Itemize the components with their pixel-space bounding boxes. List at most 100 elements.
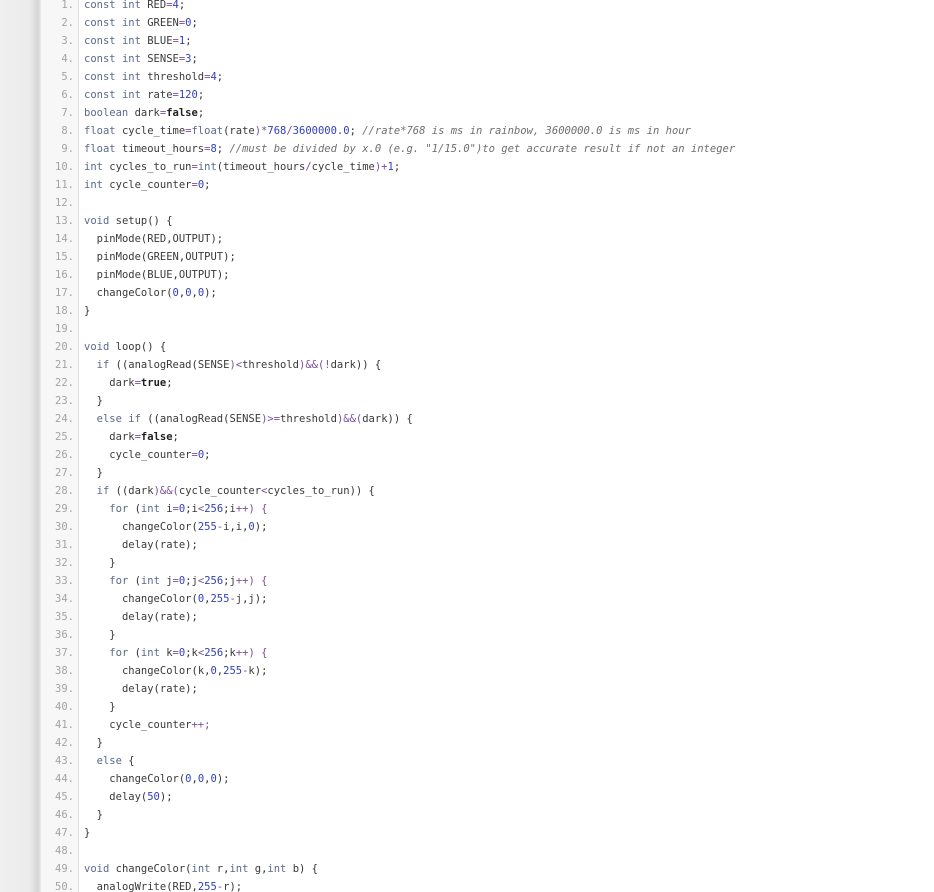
- code-text: const int SENSE=3;: [84, 53, 198, 65]
- line-number: 48.: [55, 845, 74, 857]
- line-number: 2.: [61, 17, 74, 29]
- code-line: 21. if ((analogRead(SENSE)<threshold)&&(…: [41, 356, 934, 374]
- code-line: 12.: [41, 194, 934, 212]
- code-line: 42. }: [41, 734, 934, 752]
- line-number: 34.: [55, 593, 74, 605]
- code-line: 50. analogWrite(RED,255-r);: [41, 878, 934, 892]
- code-line: 15. pinMode(GREEN,OUTPUT);: [41, 248, 934, 266]
- code-line: 8. float cycle_time=float(rate)*768/36000…: [41, 122, 934, 140]
- code-text: pinMode(RED,OUTPUT);: [96, 233, 224, 245]
- line-number: 47.: [55, 827, 74, 839]
- line-number: 45.: [55, 791, 74, 803]
- line-number: 42.: [55, 737, 74, 749]
- code-text: delay(rate);: [121, 611, 198, 623]
- code-line: 46. }: [41, 806, 934, 824]
- line-number: 14.: [55, 233, 74, 245]
- code-text: }: [84, 827, 91, 839]
- line-number: 44.: [55, 773, 74, 785]
- code-text: void setup() {: [84, 215, 173, 227]
- code-line: 20. void loop() {: [41, 338, 934, 356]
- code-text: changeColor(0,255-j,j);: [121, 593, 268, 605]
- line-number: 24.: [55, 413, 74, 425]
- code-text: }: [84, 701, 116, 713]
- code-text: for (int j=0;j<256;j++) {: [109, 575, 268, 587]
- code-line: 9. float timeout_hours=8; //must be divid…: [41, 140, 934, 158]
- left-margin-shadow: [0, 0, 41, 892]
- code-text: int cycle_counter=0;: [84, 179, 211, 191]
- line-number: 19.: [55, 323, 74, 335]
- code-text: }: [84, 305, 91, 317]
- code-text: if ((dark)&&(cycle_counter<cycles_to_run…: [96, 485, 375, 497]
- code-line: 33. for (int j=0;j<256;j++) {: [41, 572, 934, 590]
- line-number: 16.: [55, 269, 74, 281]
- code-text: for (int k=0;k<256;k++) {: [109, 647, 268, 659]
- code-text: dark=true;: [109, 377, 173, 389]
- line-number: 49.: [55, 863, 74, 875]
- code-text: const int GREEN=0;: [84, 17, 198, 29]
- code-text: pinMode(BLUE,OUTPUT);: [96, 269, 230, 281]
- code-text: delay(rate);: [121, 683, 198, 695]
- code-text: const int RED=4;: [84, 0, 186, 11]
- code-page: 1. const int RED=4; 2. const int GREEN=0; 3.…: [0, 0, 934, 892]
- line-number: 5.: [61, 71, 74, 83]
- code-text: }: [84, 395, 103, 407]
- line-number: 9.: [61, 143, 74, 155]
- line-number: 13.: [55, 215, 74, 227]
- code-line: 1. const int RED=4;: [41, 0, 934, 14]
- code-text: const int threshold=4;: [84, 71, 224, 83]
- code-line: 11. int cycle_counter=0;: [41, 176, 934, 194]
- code-line: 28. if ((dark)&&(cycle_counter<cycles_to…: [41, 482, 934, 500]
- line-number: 21.: [55, 359, 74, 371]
- code-line: 43. else {: [41, 752, 934, 770]
- code-text: else {: [96, 755, 135, 767]
- code-text: analogWrite(RED,255-r);: [96, 881, 243, 892]
- line-number: 36.: [55, 629, 74, 641]
- line-number: 25.: [55, 431, 74, 443]
- line-number: 40.: [55, 701, 74, 713]
- line-number: 31.: [55, 539, 74, 551]
- code-text: boolean dark=false;: [84, 107, 205, 119]
- code-text: void loop() {: [84, 341, 167, 353]
- code-line: 47.}: [41, 824, 934, 842]
- code-line: 29. for (int i=0;i<256;i++) {: [41, 500, 934, 518]
- line-number: 50.: [55, 881, 74, 892]
- line-number: 12.: [55, 197, 74, 209]
- code-text: void changeColor(int r,int g,int b) {: [84, 863, 318, 875]
- code-line: 16. pinMode(BLUE,OUTPUT);: [41, 266, 934, 284]
- line-number: 28.: [55, 485, 74, 497]
- line-number: 29.: [55, 503, 74, 515]
- code-line: 14. pinMode(RED,OUTPUT);: [41, 230, 934, 248]
- line-number: 46.: [55, 809, 74, 821]
- line-number: 17.: [55, 287, 74, 299]
- line-number: 18.: [55, 305, 74, 317]
- line-number: 30.: [55, 521, 74, 533]
- code-line: 45. delay(50);: [41, 788, 934, 806]
- line-number: 15.: [55, 251, 74, 263]
- code-text: const int BLUE=1;: [84, 35, 192, 47]
- line-number: 32.: [55, 557, 74, 569]
- code-line: 22. dark=true;: [41, 374, 934, 392]
- code-line: 24. else if ((analogRead(SENSE)>=thresho…: [41, 410, 934, 428]
- line-number: 20.: [55, 341, 74, 353]
- code-line: 44. changeColor(0,0,0);: [41, 770, 934, 788]
- code-line: 5. const int threshold=4;: [41, 68, 934, 86]
- code-line: 31. delay(rate);: [41, 536, 934, 554]
- code-line: 39. delay(rate);: [41, 680, 934, 698]
- code-line: 34. changeColor(0,255-j,j);: [41, 590, 934, 608]
- code-text: int cycles_to_run=int(timeout_hours/cycl…: [84, 161, 401, 173]
- line-number: 27.: [55, 467, 74, 479]
- code-line: 26. cycle_counter=0;: [41, 446, 934, 464]
- code-text: dark=false;: [109, 431, 179, 443]
- code-line: 2. const int GREEN=0;: [41, 14, 934, 32]
- code-block[interactable]: 1. const int RED=4; 2. const int GREEN=0; 3.…: [41, 0, 934, 892]
- code-text: float cycle_time=float(rate)*768/3600000…: [84, 125, 691, 137]
- code-line: 37. for (int k=0;k<256;k++) {: [41, 644, 934, 662]
- code-text: changeColor(k,0,255-k);: [121, 665, 268, 677]
- code-text: }: [84, 467, 103, 479]
- code-text: if ((analogRead(SENSE)<threshold)&&(!dar…: [96, 359, 382, 371]
- code-text: changeColor(0,0,0);: [109, 773, 230, 785]
- code-line: 41. cycle_counter++;: [41, 716, 934, 734]
- line-number: 35.: [55, 611, 74, 623]
